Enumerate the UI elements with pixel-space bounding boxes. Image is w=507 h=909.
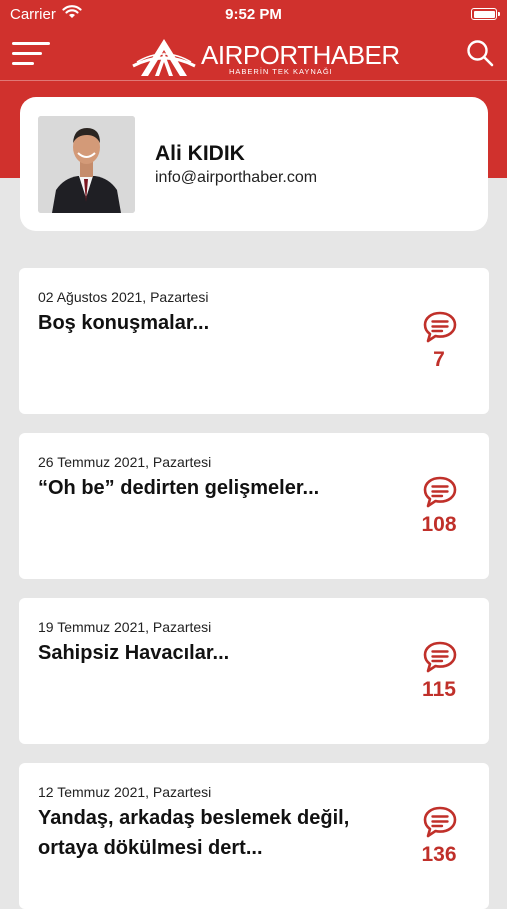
search-icon[interactable] [465, 38, 495, 68]
comment-bubble-icon[interactable] [422, 310, 458, 344]
comment-bubble-icon[interactable] [422, 805, 458, 839]
article-date: 19 Temmuz 2021, Pazartesi [38, 619, 212, 635]
author-name: Ali KIDIK [155, 142, 245, 165]
comment-count[interactable]: 136 [399, 843, 479, 867]
article-card[interactable]: 12 Temmuz 2021, Pazartesi Yandaş, arkada… [19, 763, 489, 909]
author-avatar [38, 116, 135, 213]
comment-bubble-icon[interactable] [422, 475, 458, 509]
comment-count[interactable]: 115 [399, 678, 479, 702]
article-title[interactable]: Yandaş, arkadaş beslemek değil, ortaya d… [38, 803, 398, 863]
article-card[interactable]: 02 Ağustos 2021, Pazartesi Boş konuşmala… [19, 268, 489, 414]
article-title[interactable]: Sahipsiz Havacılar... [38, 638, 398, 668]
article-title[interactable]: Boş konuşmalar... [38, 308, 398, 338]
logo-tagline: HABERİN TEK KAYNAĞI [229, 67, 333, 76]
author-profile-card: Ali KIDIK info@airporthaber.com [20, 97, 488, 231]
article-card[interactable]: 26 Temmuz 2021, Pazartesi “Oh be” dedirt… [19, 433, 489, 579]
comment-count[interactable]: 7 [399, 348, 479, 372]
article-date: 02 Ağustos 2021, Pazartesi [38, 289, 209, 305]
comment-count[interactable]: 108 [399, 513, 479, 537]
comment-bubble-icon[interactable] [422, 640, 458, 674]
app-header: AIRPORTHABER HABERİN TEK KAYNAĞI [0, 30, 507, 80]
hamburger-menu-icon[interactable] [12, 40, 52, 68]
author-email[interactable]: info@airporthaber.com [155, 169, 317, 187]
airport-runway-logo-icon [132, 39, 196, 76]
article-card[interactable]: 19 Temmuz 2021, Pazartesi Sahipsiz Havac… [19, 598, 489, 744]
article-date: 26 Temmuz 2021, Pazartesi [38, 454, 212, 470]
article-date: 12 Temmuz 2021, Pazartesi [38, 784, 212, 800]
article-title[interactable]: “Oh be” dedirten gelişmeler... [38, 473, 398, 503]
status-bar: Carrier 9:52 PM [0, 0, 507, 30]
airporthaber-logo[interactable]: AIRPORTHABER HABERİN TEK KAYNAĞI [131, 36, 400, 80]
header-divider [0, 80, 507, 81]
battery-icon [471, 8, 500, 20]
status-time: 9:52 PM [225, 6, 282, 23]
